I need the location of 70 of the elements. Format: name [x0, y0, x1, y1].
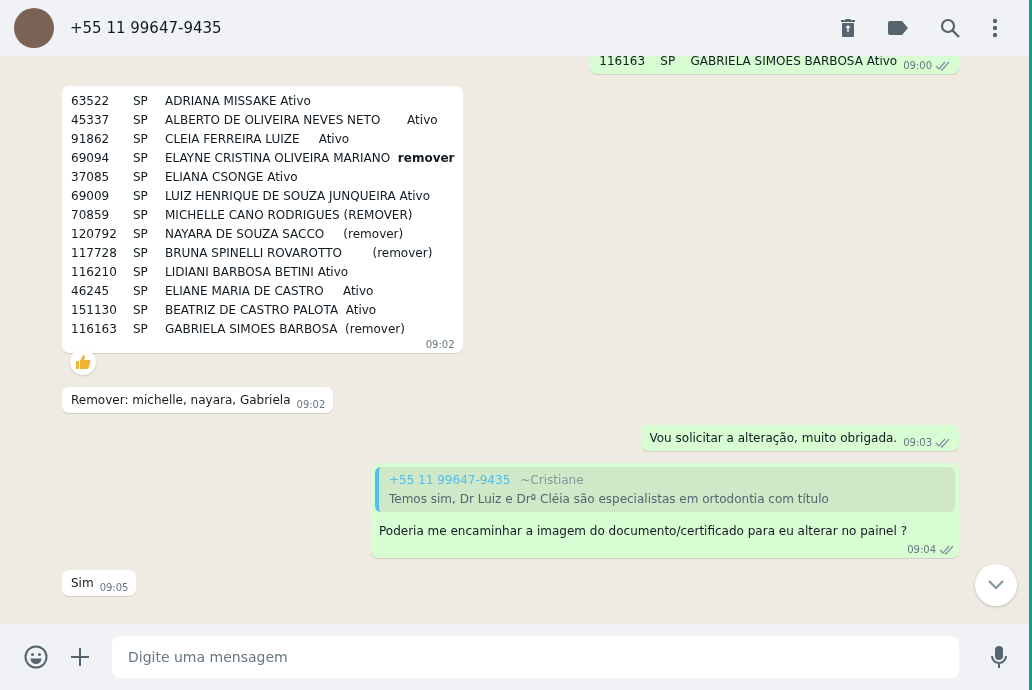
message-text: 116163 SP GABRIELA SIMOES BARBOSA Ativo — [599, 56, 898, 68]
member-entry: CLEIA FERREIRA LUIZE Ativo — [165, 131, 350, 148]
member-entry: ELIANA CSONGE Ativo — [165, 169, 298, 186]
smiley-icon[interactable] — [24, 645, 48, 669]
trash-icon[interactable] — [840, 18, 856, 38]
quote-text: Temos sim, Dr Luiz e Drª Cléia são especialistas em ortodontia com título — [389, 492, 830, 506]
member-state: SP — [133, 226, 149, 243]
member-code: 45337 — [71, 112, 111, 129]
message-time: 09:02 — [296, 399, 326, 410]
message-text: Poderia me encaminhar a imagem do documento/certificado para eu alterar no painel ? — [378, 523, 908, 540]
double-check-icon — [935, 60, 951, 71]
member-state: SP — [133, 207, 149, 224]
quote-author: +55 11 99647-9435 — [389, 473, 511, 487]
message-input[interactable]: Digite uma mensagem — [112, 636, 959, 678]
double-check-icon — [935, 437, 951, 448]
member-entry: GABRIELA SIMOES BARBOSA (remover) — [165, 321, 405, 338]
member-state: SP — [133, 283, 149, 300]
member-state: SP — [133, 321, 149, 338]
microphone-icon[interactable] — [991, 645, 1007, 669]
member-entry: BEATRIZ DE CASTRO PALOTA Ativo — [165, 302, 377, 319]
member-state: SP — [133, 302, 149, 319]
message-time: 09:05 — [99, 582, 129, 593]
quote-name: ~Cristiane — [520, 473, 584, 487]
message-time: 09:02 — [425, 339, 455, 350]
member-state: SP — [133, 169, 149, 186]
search-icon[interactable] — [940, 18, 960, 38]
thumbs-up-icon — [75, 354, 91, 370]
member-code: 69009 — [71, 188, 111, 205]
member-entry: MICHELLE CANO RODRIGUES (REMOVER) — [165, 207, 413, 224]
message-time: 09:04 — [907, 544, 936, 555]
member-state: SP — [133, 112, 149, 129]
member-state: SP — [133, 93, 149, 110]
message-text: Vou solicitar a alteração, muito obrigada. — [649, 431, 898, 445]
member-code: 151130 — [71, 302, 118, 319]
member-entry: ELAYNE CRISTINA OLIVEIRA MARIANO remover — [165, 150, 455, 167]
member-code: 120792 — [71, 226, 118, 243]
member-entry: ADRIANA MISSAKE Ativo — [165, 93, 311, 110]
member-state: SP — [133, 188, 149, 205]
member-code: 116163 — [71, 321, 118, 338]
member-code: 69094 — [71, 150, 111, 167]
member-state: SP — [133, 245, 149, 262]
label-icon[interactable] — [888, 21, 908, 35]
menu-icon[interactable] — [992, 18, 998, 38]
member-code: 37085 — [71, 169, 111, 186]
message-text: Remover: michelle, nayara, Gabriela — [71, 393, 291, 407]
member-state: SP — [133, 150, 149, 167]
member-code: 46245 — [71, 283, 111, 300]
member-code: 70859 — [71, 207, 111, 224]
member-code: 116210 — [71, 264, 118, 281]
member-entry: ELIANE MARIA DE CASTRO Ativo — [165, 283, 374, 300]
scroll-down-button[interactable] — [975, 564, 1017, 606]
member-entry: ALBERTO DE OLIVEIRA NEVES NETO Ativo — [165, 112, 438, 129]
member-code: 117728 — [71, 245, 118, 262]
double-check-icon — [939, 544, 955, 555]
message-time: 09:03 — [903, 437, 932, 448]
member-state: SP — [133, 131, 149, 148]
quoted-message[interactable]: +55 11 99647-9435 ~Cristiane Temos sim, Dr Luiz e Drª Cléia são especialistas em ortodontia com título — [375, 467, 955, 512]
member-entry: NAYARA DE SOUZA SACCO (remover) — [165, 226, 404, 243]
member-entry: LIDIANI BARBOSA BETINI Ativo — [165, 264, 349, 281]
member-entry: BRUNA SPINELLI ROVAROTTO (remover) — [165, 245, 433, 262]
message-text: Sim — [71, 576, 94, 590]
chevron-down-icon — [988, 580, 1004, 590]
member-entry: LUIZ HENRIQUE DE SOUZA JUNQUEIRA Ativo — [165, 188, 431, 205]
member-state: SP — [133, 264, 149, 281]
plus-icon[interactable] — [70, 647, 90, 667]
member-code: 91862 — [71, 131, 111, 148]
member-code: 63522 — [71, 93, 111, 110]
avatar[interactable] — [14, 8, 54, 48]
contact-name[interactable]: +55 11 99647-9435 — [70, 19, 222, 37]
message-time: 09:00 — [903, 60, 932, 71]
